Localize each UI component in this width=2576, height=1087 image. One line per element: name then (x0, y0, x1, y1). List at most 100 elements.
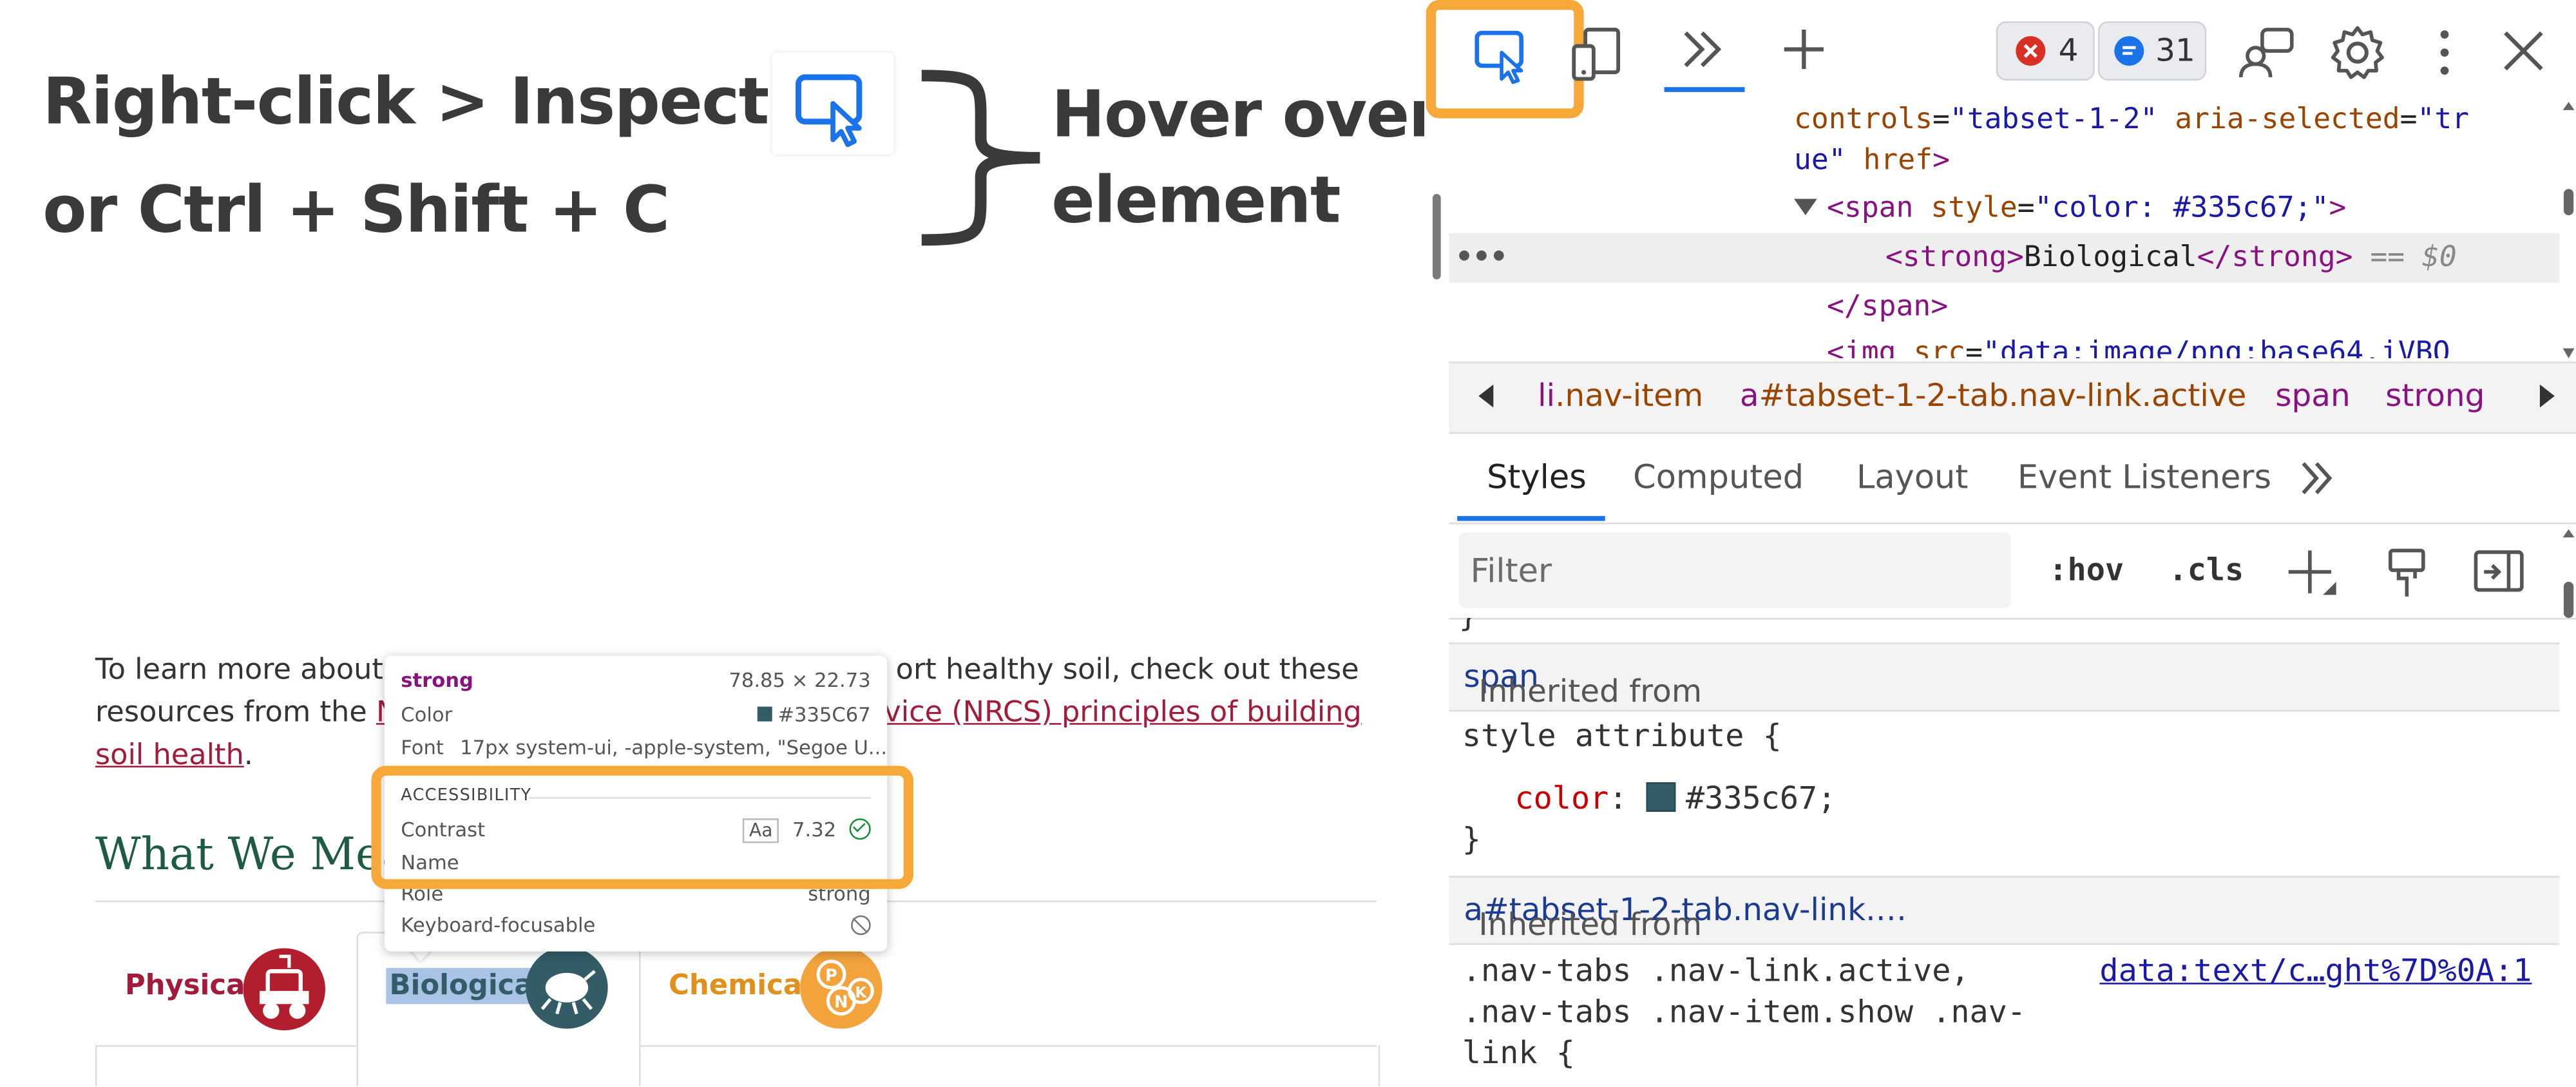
tooltip-contrast-value: 7.32 (792, 818, 837, 842)
code-line-4[interactable]: ••• <strong>Biological</strong> == $0 (1449, 233, 2457, 283)
tab-chemical[interactable]: Chemical (669, 970, 812, 1003)
chemical-icon: P N K (800, 947, 883, 1029)
node-actions-ellipsis-icon[interactable]: ••• (1456, 242, 1508, 274)
tab-layout[interactable]: Layout (1856, 457, 1968, 496)
tooltip-role-label: Role (401, 882, 444, 906)
color-declaration[interactable]: color: #335c67; (1514, 780, 1836, 816)
inherited-label-2: Inherited from (1478, 907, 1703, 943)
breadcrumb-li[interactable]: li.nav-item (1538, 378, 1703, 414)
devtools-splitter[interactable] (1424, 0, 1449, 1086)
tab-computed[interactable]: Computed (1633, 457, 1804, 496)
message-badge[interactable]: 31 (2097, 21, 2207, 81)
prop-color-value[interactable]: #335c67; (1686, 780, 1836, 816)
styles-scrollbar[interactable] (2561, 526, 2576, 1086)
crumb-a-tag: a (1739, 378, 1759, 414)
nrcs-link-line3[interactable]: soil health (95, 740, 244, 773)
tooltip-font-row: Font 17px system-ui, -apple-system, "Seg… (401, 736, 887, 766)
tag-img: img (1844, 336, 1896, 358)
color-swatch-icon-styles[interactable] (1646, 782, 1676, 812)
crumb-li-tag: li (1538, 378, 1556, 414)
cls-toggle-button[interactable]: .cls (2169, 552, 2244, 588)
expand-triangle-icon[interactable] (1794, 198, 1817, 216)
para-text-3: resources from the (95, 697, 367, 730)
check-circle-icon (849, 818, 871, 840)
tooltip-color-label: Color (401, 703, 453, 727)
tab-event-listeners[interactable]: Event Listeners (2018, 457, 2271, 496)
val-style: "color: #335c67;" (2034, 192, 2329, 226)
hov-toggle-button[interactable]: :hov (2048, 552, 2124, 588)
splitter-handle[interactable] (1432, 193, 1441, 280)
tab-styles[interactable]: Styles (1487, 457, 1587, 496)
crumb-strong-tag: strong (2385, 378, 2485, 414)
tooltip-color-hex: #335C67 (778, 703, 871, 727)
error-icon (2016, 36, 2046, 66)
elements-tree: controls="tabset-1-2" aria-selected="tr … (1449, 99, 2560, 358)
breadcrumb-span[interactable]: span (2275, 378, 2350, 414)
more-options-icon[interactable] (2421, 20, 2467, 86)
breadcrumb-a[interactable]: a#tabset-1-2-tab.nav-link.active (1740, 378, 2246, 414)
toggle-sidebar-icon[interactable] (2471, 547, 2527, 597)
styles-tab-bar: Styles Computed Layout Event Listeners (1449, 430, 2576, 524)
tab-biological[interactable]: Biological (386, 968, 546, 1005)
code-line-6[interactable]: <img src="data:image/png;base64,iVBO (1827, 329, 2450, 358)
breadcrumb-right-arrow-icon[interactable] (2539, 384, 2555, 408)
code-line-2[interactable]: ue" href> (1794, 137, 1950, 186)
inherited-from-span-header: Inherited from span (1449, 642, 2560, 712)
tag-strong-open: strong (1902, 241, 2007, 274)
style-attribute-close-brace: } (1462, 822, 1482, 858)
add-panel-plus-icon[interactable] (1774, 20, 1833, 79)
tooltip-color-row: Color #335C67 (401, 704, 870, 733)
val-controls: "tabset-1-2" (1949, 103, 2158, 137)
new-style-rule-plus-icon[interactable] (2284, 546, 2343, 602)
nav-rule-selector-1: .nav-tabs .nav-link.active, (1462, 953, 1970, 990)
rule-source-link[interactable]: data:text/c…ght%7D%0A:1 (2099, 953, 2532, 989)
tab-panel (95, 1045, 1380, 1086)
styles-filter-input[interactable] (1458, 532, 2011, 608)
val-src: "data:image/png;base64,iVBO (1982, 336, 2450, 358)
tooltip-contrast-row: Contrast Aa 7.32 (401, 818, 871, 848)
error-count: 4 (2058, 33, 2079, 70)
not-focusable-icon (851, 915, 871, 936)
pnk-icon-graphic: P N K (816, 959, 874, 1016)
device-toolbar-icon[interactable] (1564, 20, 1630, 86)
error-badge[interactable]: 4 (1996, 21, 2095, 81)
code-line-3[interactable]: <span style="color: #335c67;"> (1794, 184, 2346, 234)
attr-aria-selected: aria-selected (2175, 103, 2400, 137)
tooltip-tag: strong (401, 669, 473, 692)
elements-scrollbar[interactable] (2561, 99, 2576, 361)
paint-brush-icon[interactable] (2382, 546, 2432, 602)
tooltip-contrast-value-group: Aa 7.32 (742, 818, 871, 843)
settings-gear-icon[interactable] (2325, 20, 2390, 86)
styles-tab-underline (1457, 515, 1605, 521)
prop-color-name[interactable]: color (1514, 780, 1608, 816)
tag-strong-close: strong (2231, 241, 2336, 274)
contrast-aa-sample: Aa (742, 818, 779, 843)
breadcrumb-strong[interactable]: strong (2385, 378, 2485, 414)
tooltip-role-row: Role strong (401, 883, 870, 912)
selected-node-marker: == $0 (2370, 241, 2457, 274)
nrcs-link-end[interactable]: vice (NRCS) principles of building (884, 697, 1362, 729)
close-devtools-icon[interactable] (2492, 20, 2555, 82)
hover-instruction-1: Hover over (1051, 79, 1440, 153)
para-period: . (243, 739, 254, 773)
feedback-icon[interactable] (2235, 20, 2300, 86)
tooltip-focus-value (851, 914, 871, 937)
tooltip-color-value: #335C67 (758, 703, 871, 727)
attr-href: href (1863, 144, 1933, 178)
breadcrumb-left-arrow-icon[interactable] (1478, 384, 1494, 408)
previous-rule-brace: } (1459, 618, 1478, 635)
chem-letter-n: N (834, 992, 848, 1012)
tooltip-font-label: Font (401, 736, 444, 760)
message-icon (2114, 36, 2144, 66)
error-x-glyph (2023, 44, 2038, 58)
inherited-label-1: Inherited from (1478, 673, 1703, 710)
tooltip-section-divider (529, 796, 871, 799)
tab-physical[interactable]: Physical (125, 970, 254, 1003)
tooltip-accessibility-header: ACCESSIBILITY (401, 787, 532, 805)
tooltip-font-value: 17px system-ui, -apple-system, "Segoe U.… (460, 736, 888, 760)
code-line-5[interactable]: </span> (1827, 283, 1948, 332)
more-tabs-chevron-icon[interactable] (1672, 20, 1738, 79)
section-heading: What We Mea (95, 829, 408, 881)
more-style-tabs-chevron-icon[interactable] (2293, 454, 2343, 503)
inspect-element-button[interactable] (1462, 17, 1541, 86)
